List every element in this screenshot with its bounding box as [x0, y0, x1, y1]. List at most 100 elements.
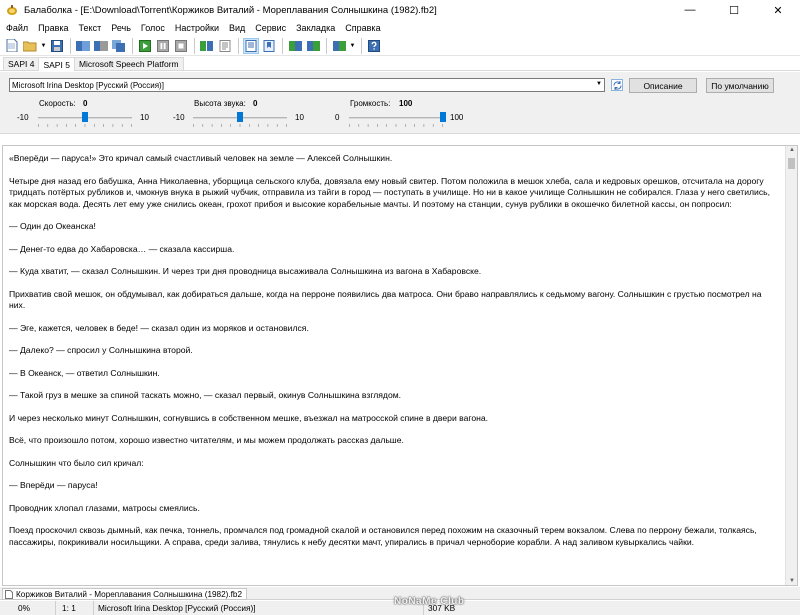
bookmark-icon [263, 39, 275, 52]
text-paragraph: — Такой груз в мешке за спиной таскать м… [9, 390, 402, 400]
open-button[interactable] [22, 38, 38, 54]
text-content[interactable]: «Вперёди — паруса!» Это кричал самый сча… [9, 153, 779, 559]
menu-text[interactable]: Текст [74, 23, 107, 33]
rate-min: -10 [17, 113, 29, 122]
folder-open-icon [23, 41, 37, 51]
menu-file[interactable]: Файл [0, 23, 33, 33]
volume-slider-ticks [349, 124, 443, 127]
tab-speech-platform[interactable]: Microsoft Speech Platform [73, 57, 184, 70]
pronunciation-button[interactable] [331, 38, 347, 54]
text-editor[interactable]: «Вперёди — паруса!» Это кричал самый сча… [2, 145, 798, 586]
text-paragraph: Всё, что произошло потом, хорошо известн… [9, 435, 404, 445]
bookmark-button[interactable] [261, 38, 277, 54]
text-paragraph: — Вперёди — паруса! [9, 480, 98, 490]
document-icon [5, 589, 13, 599]
floppy-disk-icon [51, 39, 63, 52]
new-document-button[interactable] [4, 38, 20, 54]
rate-label: Скорость: [39, 99, 76, 108]
pronunciation-dropdown-arrow[interactable]: ▼ [349, 38, 356, 54]
text-paragraph: «Вперёди — паруса!» Это кричал самый сча… [9, 153, 393, 163]
batch-convert-button[interactable] [111, 38, 127, 54]
toolbar-separator [326, 37, 327, 54]
text-paragraph: И через несколько минут Солнышкин, согну… [9, 412, 489, 423]
split-file-icon [94, 40, 108, 51]
menu-bookmark[interactable]: Закладка [291, 23, 340, 33]
toolbar-separator [70, 37, 71, 54]
menu-settings[interactable]: Настройки [170, 23, 224, 33]
word-wrap-button[interactable] [243, 37, 259, 54]
text-paragraph: Поезд проскочил сквозь дымный, как печка… [9, 525, 757, 547]
voice-select-value: Microsoft Irina Desktop [Русский (Россия… [12, 80, 164, 90]
tab-sapi4[interactable]: SAPI 4 [3, 57, 40, 70]
menu-edit[interactable]: Правка [33, 23, 73, 33]
previous-bookmark-button[interactable] [287, 38, 303, 54]
rate-slider-thumb[interactable] [82, 112, 88, 122]
voice-select[interactable]: Microsoft Irina Desktop [Русский (Россия… [9, 78, 605, 92]
text-paragraph: — Куда хватит, — сказал Солнышкин. И чер… [9, 266, 482, 276]
menu-voice[interactable]: Голос [136, 23, 170, 33]
toolbar-separator [361, 37, 362, 54]
menu-view[interactable]: Вид [224, 23, 250, 33]
status-voice: Microsoft Irina Desktop [Русский (Россия… [94, 601, 424, 615]
pause-button[interactable] [155, 38, 171, 54]
text-paragraph: — Далеко? — спросил у Солнышкина второй. [9, 345, 193, 355]
split-audio-button[interactable] [93, 38, 109, 54]
new-file-icon [6, 39, 18, 52]
minimize-button[interactable]: — [668, 0, 712, 20]
volume-max: 100 [450, 113, 464, 122]
batch-files-icon [112, 39, 125, 52]
volume-slider-track[interactable] [349, 117, 443, 119]
scrollbar-thumb[interactable] [788, 158, 795, 169]
read-file-button[interactable] [217, 38, 233, 54]
word-wrap-icon [245, 39, 257, 52]
menu-tools[interactable]: Сервис [250, 23, 291, 33]
rate-max: 10 [140, 113, 149, 122]
pitch-value: 0 [253, 99, 258, 108]
volume-label: Громкость: [350, 99, 391, 108]
next-bookmark-button[interactable] [305, 38, 321, 54]
toolbar-separator [282, 37, 283, 54]
save-audio-button[interactable] [75, 38, 91, 54]
pitch-label: Высота звука: [194, 99, 246, 108]
menu-help[interactable]: Справка [340, 23, 385, 33]
text-paragraph: Четыре дня назад его бабушка, Анна Никол… [9, 175, 770, 209]
toolbar-separator [238, 37, 239, 54]
voice-description-button[interactable]: Описание [629, 78, 697, 93]
help-button[interactable] [366, 38, 382, 54]
status-cursor-position: 1: 1 [56, 601, 94, 615]
default-settings-button[interactable]: По умолчанию [706, 78, 774, 93]
play-button[interactable] [137, 38, 153, 54]
open-dropdown-arrow[interactable]: ▼ [40, 38, 47, 54]
text-paragraph: — Эге, кажется, человек в беде! — сказал… [9, 322, 309, 333]
stop-button[interactable] [173, 38, 189, 54]
close-button[interactable]: ✕ [756, 0, 800, 20]
scroll-up-icon[interactable]: ▲ [789, 147, 795, 153]
read-clipboard-button[interactable] [199, 38, 215, 54]
volume-value: 100 [399, 99, 413, 108]
stop-icon [175, 39, 187, 52]
vertical-scrollbar[interactable]: ▲ ▼ [785, 146, 797, 585]
pitch-slider-thumb[interactable] [237, 112, 243, 122]
arrow-right-icon [306, 40, 320, 51]
text-paragraph: — В Океанск, — ответил Солнышкин. [9, 367, 160, 378]
menu-speech[interactable]: Речь [106, 23, 136, 33]
text-paragraph: — Денег-то едва до Хабаровска… — сказала… [9, 243, 235, 254]
clipboard-icon [200, 40, 213, 51]
maximize-button[interactable]: ☐ [712, 0, 756, 20]
window-title: Балаболка - [E:\Download\Torrent\Коржико… [24, 4, 437, 16]
app-logo-icon [7, 5, 17, 15]
speech-engine-tabs: SAPI 4 SAPI 5 Microsoft Speech Platform [0, 57, 800, 71]
title-bar: Балаболка - [E:\Download\Torrent\Коржико… [0, 0, 800, 20]
save-button[interactable] [49, 38, 65, 54]
document-tab[interactable]: Коржиков Виталий - Мореплавания Солнышки… [2, 588, 248, 600]
arrow-left-icon [288, 40, 302, 51]
scroll-down-icon[interactable]: ▼ [789, 578, 795, 584]
pitch-min: -10 [173, 113, 185, 122]
chevron-down-icon: ▼ [596, 81, 602, 87]
voice-refresh-button[interactable] [611, 79, 623, 91]
tab-sapi5[interactable]: SAPI 5 [38, 57, 75, 71]
volume-slider-thumb[interactable] [440, 112, 446, 122]
help-icon [368, 39, 380, 52]
voice-settings-panel: Microsoft Irina Desktop [Русский (Россия… [0, 72, 800, 134]
volume-min: 0 [335, 113, 340, 122]
